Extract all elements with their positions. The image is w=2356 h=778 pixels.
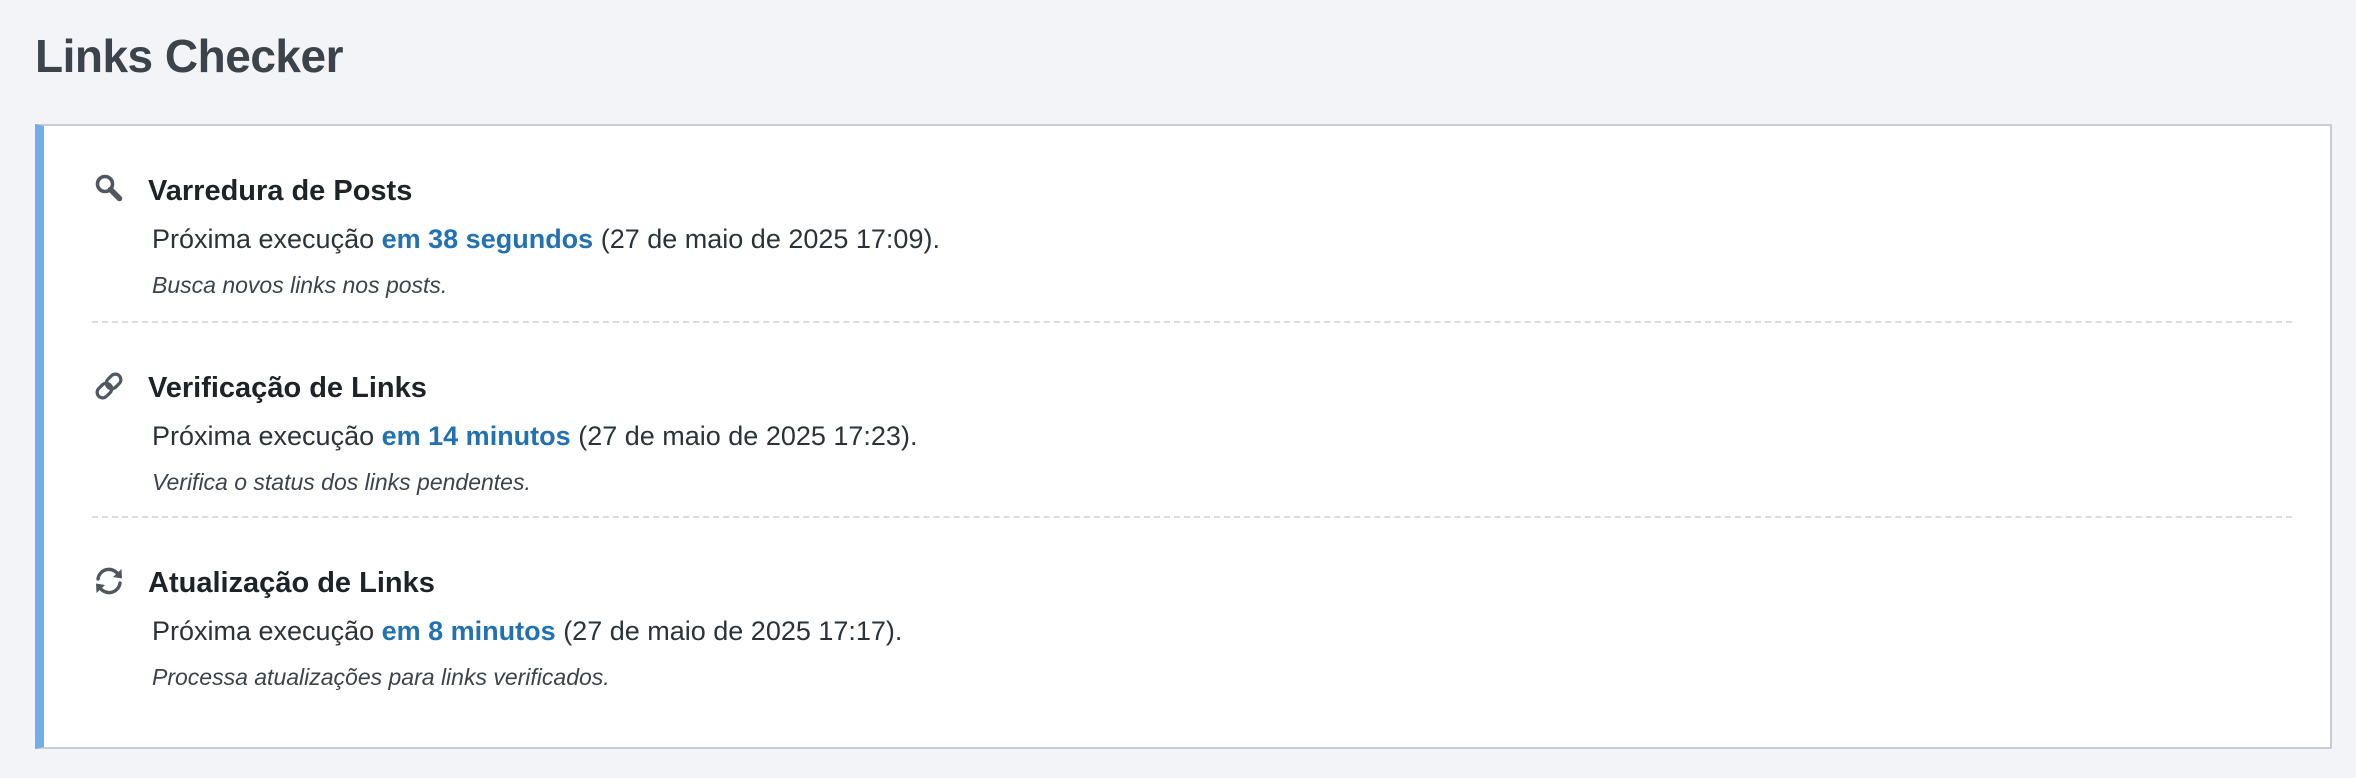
next-run-relative: em 8 minutos: [381, 616, 556, 646]
next-run-label: Próxima execução: [152, 421, 375, 451]
page-title: Links Checker: [35, 30, 343, 82]
scheduled-tasks-panel: Varredura de Posts Próxima execução em 3…: [35, 124, 2332, 749]
link-icon: [92, 369, 126, 403]
next-run-datetime: (27 de maio de 2025 17:09).: [600, 224, 940, 254]
task-title: Varredura de Posts: [148, 175, 413, 207]
search-icon: [92, 172, 126, 206]
task-description: Verifica o status dos links pendentes.: [152, 469, 531, 495]
next-run-label: Próxima execução: [152, 224, 375, 254]
task-title: Verificação de Links: [148, 372, 427, 404]
next-run-label: Próxima execução: [152, 616, 375, 646]
next-run-datetime: (27 de maio de 2025 17:23).: [578, 421, 918, 451]
task-links-update: Atualização de Links Próxima execução em…: [92, 516, 2292, 713]
task-description: Processa atualizações para links verific…: [152, 664, 610, 690]
next-run-relative: em 38 segundos: [381, 224, 594, 254]
next-run-datetime: (27 de maio de 2025 17:17).: [563, 616, 903, 646]
task-links-verification: Verificação de Links Próxima execução em…: [92, 321, 2292, 518]
task-posts-scan: Varredura de Posts Próxima execução em 3…: [92, 126, 2292, 321]
task-title: Atualização de Links: [148, 567, 435, 599]
next-run-relative: em 14 minutos: [381, 421, 571, 451]
task-next-run: Próxima execução em 8 minutos (27 de mai…: [152, 614, 902, 648]
refresh-icon: [92, 564, 126, 598]
task-description: Busca novos links nos posts.: [152, 272, 448, 298]
task-next-run: Próxima execução em 38 segundos (27 de m…: [152, 222, 940, 256]
task-next-run: Próxima execução em 14 minutos (27 de ma…: [152, 419, 917, 453]
